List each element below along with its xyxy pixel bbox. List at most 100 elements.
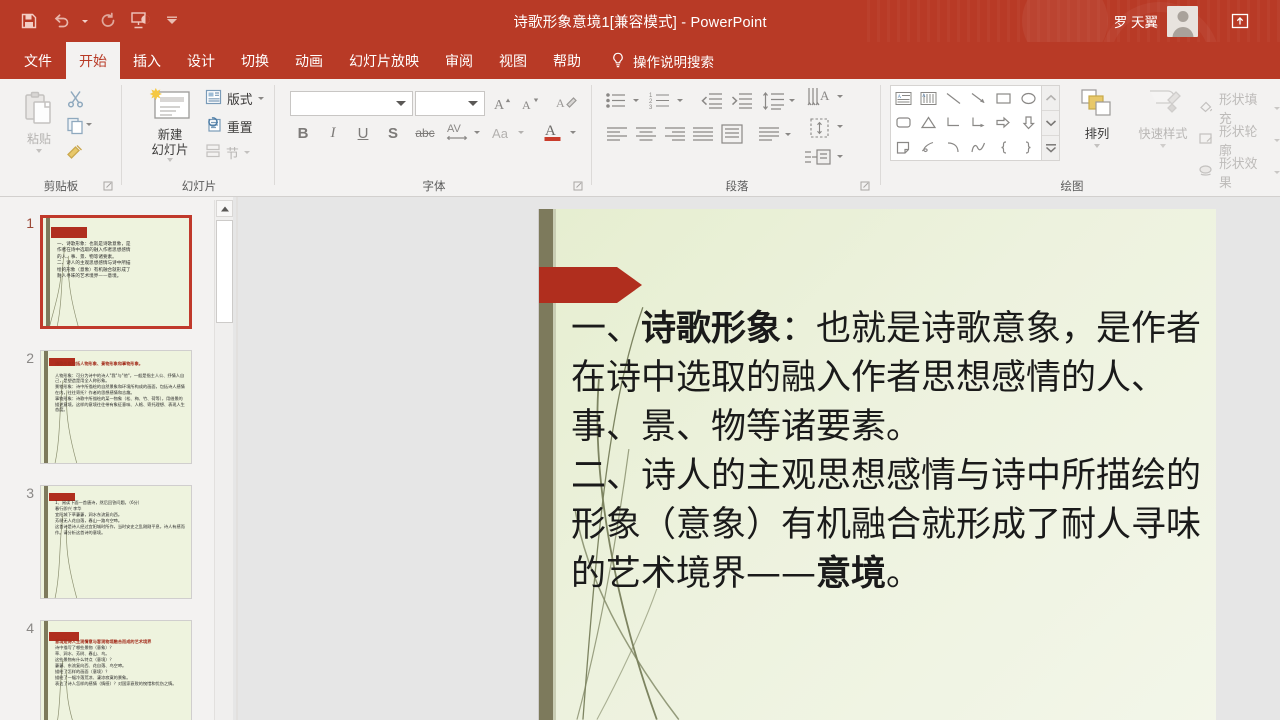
shape-oval[interactable] — [1016, 86, 1041, 111]
justify-button[interactable] — [689, 123, 717, 145]
tell-me-search[interactable]: 操作说明搜索 — [594, 42, 714, 79]
shape-fill-dropdown-icon[interactable] — [1274, 106, 1280, 110]
shape-text-box[interactable]: A — [891, 86, 916, 111]
start-slideshow-icon[interactable] — [125, 6, 155, 36]
slide-thumbnail-pane[interactable]: 1 一、诗歌形象：也就是诗歌意象，是 作者在诗中选取的融入作者思想感情 的人、事… — [0, 197, 233, 720]
chevron-down-icon[interactable] — [396, 98, 407, 109]
layout-dropdown-icon[interactable] — [257, 97, 264, 100]
thumbnail-frame[interactable]: 1、阅读下面一首唐诗，然后回答问题。（6分） 春行即兴 李华 宜阳城下草萋萋，涧… — [40, 485, 192, 599]
line-spacing-button[interactable] — [759, 89, 787, 113]
undo-icon[interactable] — [46, 6, 76, 36]
new-slide-dropdown-icon[interactable] — [167, 158, 173, 162]
shape-elbow-arrow-connector[interactable] — [966, 111, 991, 136]
align-text-button[interactable] — [805, 115, 835, 141]
text-direction-button[interactable]: A — [805, 85, 835, 111]
arrange-button[interactable]: 排列 — [1068, 87, 1126, 148]
align-right-button[interactable] — [661, 123, 689, 145]
tab-slide-show[interactable]: 幻灯片放映 — [336, 42, 432, 79]
shape-right-arrow[interactable] — [991, 111, 1016, 136]
font-name-combo[interactable] — [290, 91, 413, 116]
shape-isosceles-triangle[interactable] — [916, 111, 941, 136]
customize-quick-access-toolbar-icon[interactable] — [157, 6, 187, 36]
account-area[interactable]: 罗 天翼 — [1114, 0, 1198, 42]
tab-file[interactable]: 文件 — [10, 42, 66, 79]
shape-effects-dropdown-icon[interactable] — [1274, 170, 1280, 174]
thumbnail-frame[interactable]: 一、诗歌形象：也就是诗歌意象，是 作者在诗中选取的融入作者思想感情 的人、事、景… — [40, 215, 192, 329]
font-size-combo[interactable] — [415, 91, 485, 116]
tab-review[interactable]: 审阅 — [432, 42, 486, 79]
bullets-dropdown-icon[interactable] — [633, 99, 639, 102]
convert-to-smartart-dropdown-icon[interactable] — [837, 155, 843, 158]
align-text-dropdown-icon[interactable] — [837, 125, 843, 128]
section-dropdown-icon[interactable] — [243, 151, 250, 154]
tab-help[interactable]: 帮助 — [540, 42, 594, 79]
shapes-gallery-scrollbar[interactable] — [1042, 85, 1060, 161]
increase-font-size-button[interactable]: A — [490, 91, 516, 116]
line-spacing-dropdown-icon[interactable] — [789, 99, 795, 102]
shape-rounded-rectangle[interactable] — [891, 111, 916, 136]
decrease-font-size-button[interactable]: A — [518, 91, 544, 116]
copy-dropdown-icon[interactable] — [86, 123, 92, 126]
bullets-button[interactable] — [603, 89, 631, 113]
shape-elbow-connector[interactable] — [941, 111, 966, 136]
tab-transitions[interactable]: 切换 — [228, 42, 282, 79]
shape-outline-dropdown-icon[interactable] — [1274, 138, 1280, 142]
shape-left-brace[interactable] — [991, 135, 1016, 160]
character-spacing-button[interactable]: AV — [444, 119, 472, 145]
thumbnail-slide-2[interactable]: 2 诗歌形象包括人物形象、景物形象和事物形象。 人物形象：可分为诗中的诗人"我"… — [26, 350, 192, 464]
columns-dropdown-icon[interactable] — [785, 133, 791, 136]
text-shadow-button[interactable]: S — [382, 121, 404, 145]
scrollbar-thumb[interactable] — [216, 220, 233, 323]
slide-body-text[interactable]: 一、诗歌形象：也就是诗歌意象，是作者在诗中选取的融入作者思想感情的人、事、景、物… — [571, 305, 1211, 599]
numbering-dropdown-icon[interactable] — [677, 99, 683, 102]
current-slide[interactable]: 一、诗歌形象：也就是诗歌意象，是作者在诗中选取的融入作者思想感情的人、事、景、物… — [538, 209, 1216, 720]
numbering-button[interactable]: 1 2 3 — [647, 89, 675, 113]
save-icon[interactable] — [14, 6, 44, 36]
shape-folded-corner[interactable] — [891, 135, 916, 160]
paste-dropdown-icon[interactable] — [36, 149, 42, 153]
character-spacing-dropdown-icon[interactable] — [474, 131, 480, 134]
align-center-button[interactable] — [632, 123, 660, 145]
shapes-gallery[interactable]: A A — [890, 85, 1042, 161]
reset-button[interactable]: 重置 — [205, 117, 253, 136]
clipboard-dialog-launcher[interactable] — [102, 180, 114, 192]
shape-arc[interactable] — [941, 135, 966, 160]
arrange-dropdown-icon[interactable] — [1094, 144, 1100, 148]
font-color-dropdown-icon[interactable] — [570, 131, 576, 134]
tab-view[interactable]: 视图 — [486, 42, 540, 79]
convert-to-smartart-button[interactable] — [803, 145, 835, 171]
shape-curve[interactable] — [966, 135, 991, 160]
italic-button[interactable]: I — [322, 121, 344, 145]
font-dialog-launcher[interactable] — [572, 180, 584, 192]
change-case-button[interactable]: Aa — [486, 121, 514, 145]
shape-vertical-text-box[interactable]: A — [916, 86, 941, 111]
decrease-indent-button[interactable] — [697, 89, 725, 113]
paragraph-dialog-launcher[interactable] — [859, 180, 871, 192]
shape-line-arrow[interactable] — [966, 86, 991, 111]
change-case-dropdown-icon[interactable] — [518, 131, 524, 134]
columns-button[interactable] — [755, 123, 783, 145]
thumbnail-frame[interactable]: 意境是诗人主观情意与客观物境融合而成的艺术境界 诗中描写了哪些景物（意象）？ 草… — [40, 620, 192, 720]
shape-line[interactable] — [941, 86, 966, 111]
shape-down-arrow[interactable] — [1016, 111, 1041, 136]
scroll-up-icon[interactable] — [216, 200, 233, 217]
bold-button[interactable]: B — [292, 121, 314, 145]
tab-insert[interactable]: 插入 — [120, 42, 174, 79]
new-slide-button[interactable]: 新建 幻灯片 — [135, 85, 205, 177]
shape-effects-button[interactable]: 形状效果 — [1198, 153, 1280, 191]
distributed-button[interactable] — [718, 121, 746, 147]
increase-indent-button[interactable] — [727, 89, 755, 113]
tab-animations[interactable]: 动画 — [282, 42, 336, 79]
shapes-more-icon[interactable] — [1042, 136, 1059, 160]
align-left-button[interactable] — [603, 123, 631, 145]
section-button[interactable]: 节 — [205, 143, 250, 162]
shape-right-brace[interactable] — [1016, 135, 1041, 160]
undo-dropdown-icon[interactable] — [78, 6, 91, 36]
quick-styles-button[interactable]: 快速样式 — [1130, 87, 1196, 148]
thumbnail-pane-scrollbar[interactable] — [214, 200, 233, 720]
thumbnail-slide-4[interactable]: 4 意境是诗人主观情意与客观物境融合而成的艺术境界 诗中描写了哪些景物（意象）？… — [26, 620, 192, 720]
shape-rectangle[interactable] — [991, 86, 1016, 111]
tab-design[interactable]: 设计 — [174, 42, 228, 79]
avatar[interactable] — [1167, 5, 1198, 37]
text-direction-dropdown-icon[interactable] — [837, 95, 843, 98]
